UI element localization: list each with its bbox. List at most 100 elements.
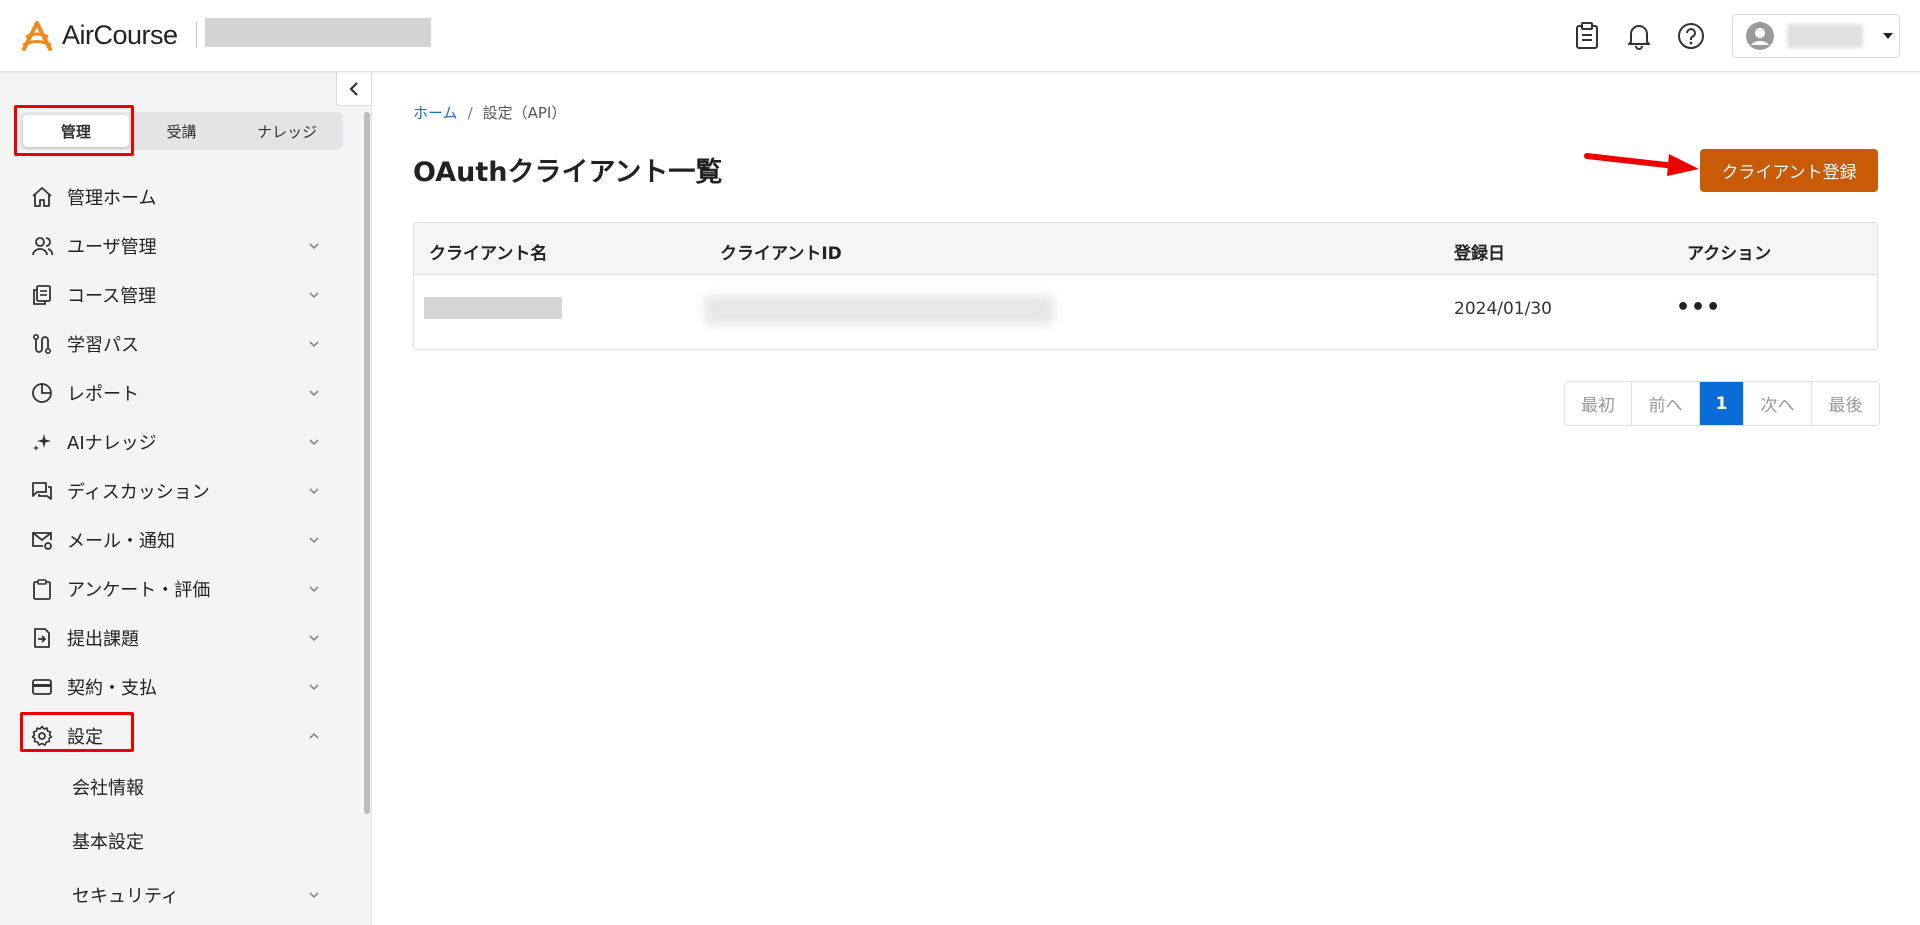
sidebar-item-mail[interactable]: メール・通知 <box>0 515 336 564</box>
sidebar: 管理 受講 ナレッジ 管理ホーム ユーザ管理 コース管理 学習パス レポート A… <box>0 72 372 925</box>
sidebar-item-label: コース管理 <box>67 285 157 307</box>
pagination-prev[interactable]: 前へ <box>1632 382 1700 425</box>
bell-icon[interactable] <box>1623 20 1655 52</box>
chevron-down-icon <box>309 439 319 446</box>
tab-admin[interactable]: 管理 <box>23 115 129 147</box>
app-header: AirCourse <box>0 0 1920 72</box>
sidebar-subitem-basic-settings[interactable]: 基本設定 <box>0 814 336 868</box>
oauth-client-table: クライアント名 クライアントID 登録日 アクション 2024/01/30 ••… <box>413 222 1878 350</box>
sidebar-item-billing[interactable]: 契約・支払 <box>0 662 336 711</box>
registered-date: 2024/01/30 <box>1454 299 1552 319</box>
annotation-arrow-icon <box>1584 153 1699 176</box>
breadcrumb-home-link[interactable]: ホーム <box>413 102 458 123</box>
clipboard-icon[interactable] <box>1571 20 1603 52</box>
sidebar-item-discussion[interactable]: ディスカッション <box>0 466 336 515</box>
gear-icon <box>30 724 54 748</box>
table-header: クライアント名 クライアントID 登録日 アクション <box>414 223 1877 275</box>
sidebar-subitem-label: セキュリティ <box>72 886 179 907</box>
pie-chart-icon <box>30 381 54 405</box>
sidebar-item-label: AIナレッジ <box>67 432 157 454</box>
sidebar-collapse-button[interactable] <box>336 72 372 106</box>
sidebar-item-settings[interactable]: 設定 <box>0 711 336 760</box>
sidebar-item-users[interactable]: ユーザ管理 <box>0 221 336 270</box>
pagination-page-current[interactable]: 1 <box>1700 382 1744 425</box>
breadcrumb-separator: / <box>467 103 473 122</box>
table-row: 2024/01/30 ••• <box>414 275 1877 349</box>
sidebar-subitem-label: 基本設定 <box>72 832 144 853</box>
sidebar-item-label: メール・通知 <box>67 530 175 552</box>
aircourse-logo[interactable]: AirCourse <box>20 20 178 51</box>
chevron-down-icon <box>309 292 319 299</box>
chevron-up-icon <box>309 732 319 739</box>
tenant-name-redacted <box>205 18 431 47</box>
sidebar-item-label: レポート <box>67 383 139 405</box>
header-divider <box>196 22 197 48</box>
sidebar-subitem-security[interactable]: セキュリティ <box>0 868 336 922</box>
mail-gear-icon <box>30 528 54 552</box>
chevron-down-icon <box>309 390 319 397</box>
sidebar-item-admin-home[interactable]: 管理ホーム <box>0 172 336 221</box>
pagination-first[interactable]: 最初 <box>1565 382 1632 425</box>
copy-icon <box>30 283 54 307</box>
client-id-redacted <box>704 295 1054 325</box>
sidebar-subitem-company-info[interactable]: 会社情報 <box>0 760 336 814</box>
main-content: ホーム / 設定（API） OAuthクライアント一覧 クライアント登録 クライ… <box>373 72 1920 925</box>
home-icon <box>30 185 54 209</box>
chevron-down-icon <box>309 635 319 642</box>
sparkle-icon <box>30 430 54 454</box>
sidebar-menu: 管理ホーム ユーザ管理 コース管理 学習パス レポート AIナレッジ ディスカッ… <box>0 172 336 922</box>
submit-icon <box>30 626 54 650</box>
credit-card-icon <box>30 675 54 699</box>
pagination-last[interactable]: 最後 <box>1812 382 1879 425</box>
aircourse-logo-icon <box>22 20 52 51</box>
pagination: 最初 前へ 1 次へ 最後 <box>1564 381 1880 426</box>
route-icon <box>30 332 54 356</box>
sidebar-item-label: 提出課題 <box>67 628 139 650</box>
chevron-down-icon <box>309 892 319 899</box>
sidebar-item-ai-knowledge[interactable]: AIナレッジ <box>0 417 336 466</box>
help-icon[interactable] <box>1675 20 1707 52</box>
tab-knowledge[interactable]: ナレッジ <box>234 115 340 147</box>
column-header-registered-date: 登録日 <box>1454 244 1505 264</box>
sidebar-item-survey[interactable]: アンケート・評価 <box>0 564 336 613</box>
chevron-down-icon <box>309 341 319 348</box>
brand-name: AirCourse <box>62 20 178 50</box>
avatar-icon <box>1746 22 1774 50</box>
sidebar-item-label: アンケート・評価 <box>67 579 211 601</box>
sidebar-item-label: 契約・支払 <box>67 677 157 699</box>
chevron-down-icon <box>309 537 319 544</box>
row-actions-menu-button[interactable]: ••• <box>1676 295 1721 320</box>
chevron-down-icon <box>309 488 319 495</box>
sidebar-subitem-label: 会社情報 <box>72 778 144 799</box>
mode-tabs: 管理 受講 ナレッジ <box>20 112 343 150</box>
sidebar-item-label: ディスカッション <box>67 481 210 503</box>
sidebar-item-label: ユーザ管理 <box>67 236 157 258</box>
clipboard-icon <box>30 577 54 601</box>
client-name-redacted <box>424 297 562 319</box>
sidebar-item-reports[interactable]: レポート <box>0 368 336 417</box>
sidebar-item-learning-path[interactable]: 学習パス <box>0 319 336 368</box>
sidebar-item-assignments[interactable]: 提出課題 <box>0 613 336 662</box>
breadcrumb: ホーム / 設定（API） <box>413 102 566 123</box>
sidebar-item-label: 設定 <box>67 726 103 748</box>
chevron-down-icon <box>1883 33 1893 39</box>
user-name-redacted <box>1787 24 1863 48</box>
column-header-action: アクション <box>1687 244 1772 264</box>
page-title: OAuthクライアント一覧 <box>413 157 723 188</box>
breadcrumb-current: 設定（API） <box>482 104 567 122</box>
user-menu[interactable] <box>1732 14 1900 58</box>
sidebar-scrollbar[interactable] <box>364 112 370 814</box>
sidebar-item-courses[interactable]: コース管理 <box>0 270 336 319</box>
tab-learning[interactable]: 受講 <box>129 115 235 147</box>
pagination-next[interactable]: 次へ <box>1744 382 1812 425</box>
chevron-down-icon <box>309 684 319 691</box>
column-header-client-id: クライアントID <box>720 244 842 264</box>
chevron-down-icon <box>309 586 319 593</box>
chevron-left-icon <box>349 81 358 96</box>
chat-icon <box>30 479 54 503</box>
sidebar-item-label: 学習パス <box>67 334 139 356</box>
column-header-client-name: クライアント名 <box>429 244 548 264</box>
chevron-down-icon <box>309 243 319 250</box>
register-client-button[interactable]: クライアント登録 <box>1700 149 1878 192</box>
sidebar-item-label: 管理ホーム <box>67 187 157 209</box>
